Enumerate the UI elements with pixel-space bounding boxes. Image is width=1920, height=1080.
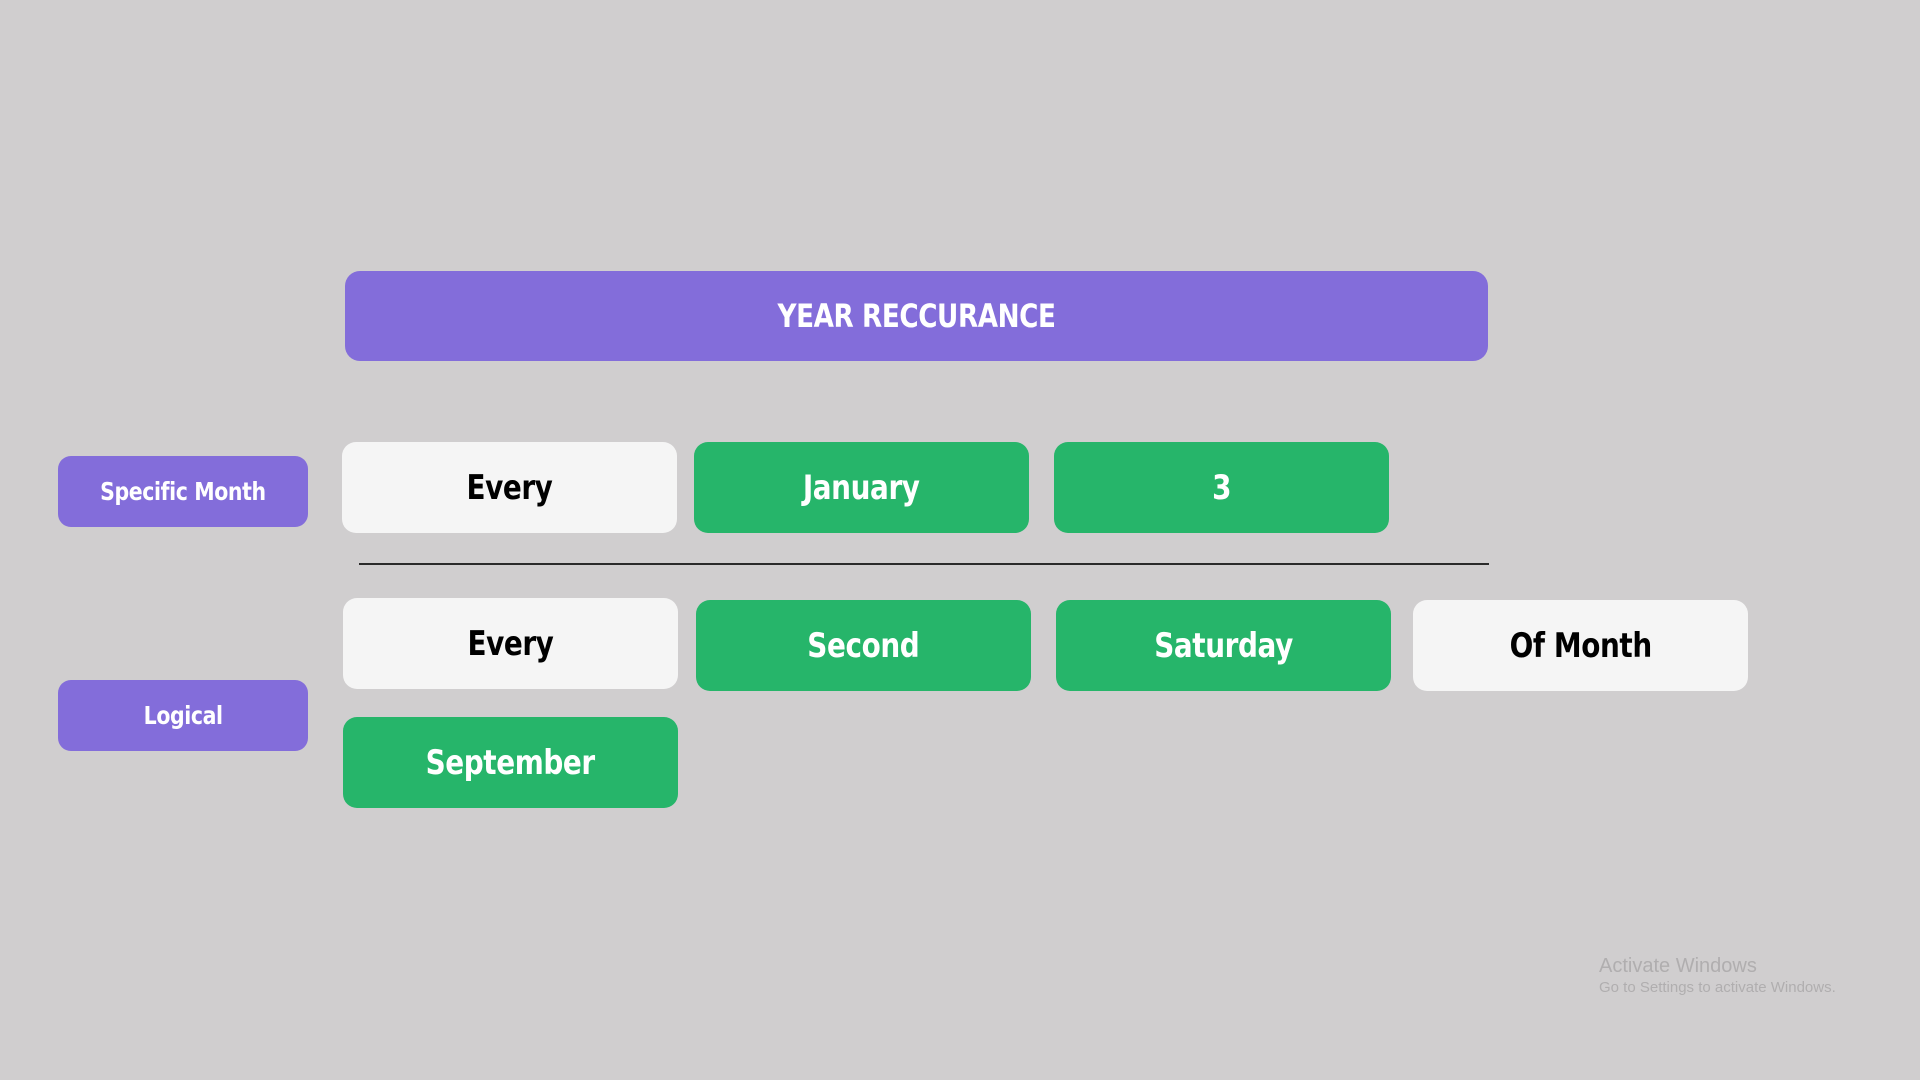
logical-every-option[interactable]: Every [343, 598, 678, 689]
option-text: Second [807, 625, 920, 666]
specific-month-select[interactable]: January [694, 442, 1029, 533]
logical-of-month-option[interactable]: Of Month [1413, 600, 1748, 691]
watermark-subtitle: Go to Settings to activate Windows. [1599, 979, 1836, 996]
logical-label: Logical [58, 680, 308, 751]
logical-label-text: Logical [143, 701, 223, 730]
option-text: September [425, 742, 596, 783]
section-divider [359, 563, 1489, 565]
option-text: January [803, 467, 920, 508]
option-text: Every [466, 467, 553, 508]
watermark-title: Activate Windows [1599, 955, 1757, 977]
specific-every-option[interactable]: Every [342, 442, 677, 533]
option-text: Saturday [1154, 625, 1293, 666]
logical-weekday-select[interactable]: Saturday [1056, 600, 1391, 691]
option-text: Every [467, 623, 554, 664]
logical-ordinal-select[interactable]: Second [696, 600, 1031, 691]
page-title: YEAR RECCURANCE [345, 271, 1488, 361]
option-text: Of Month [1509, 625, 1652, 666]
specific-day-select[interactable]: 3 [1054, 442, 1389, 533]
logical-month-select[interactable]: September [343, 717, 678, 808]
option-text: 3 [1211, 467, 1231, 508]
specific-month-label: Specific Month [58, 456, 308, 527]
specific-month-label-text: Specific Month [100, 477, 266, 506]
page-title-text: YEAR RECCURANCE [777, 297, 1056, 335]
activate-windows-watermark: Activate Windows Go to Settings to activ… [1599, 954, 1836, 998]
